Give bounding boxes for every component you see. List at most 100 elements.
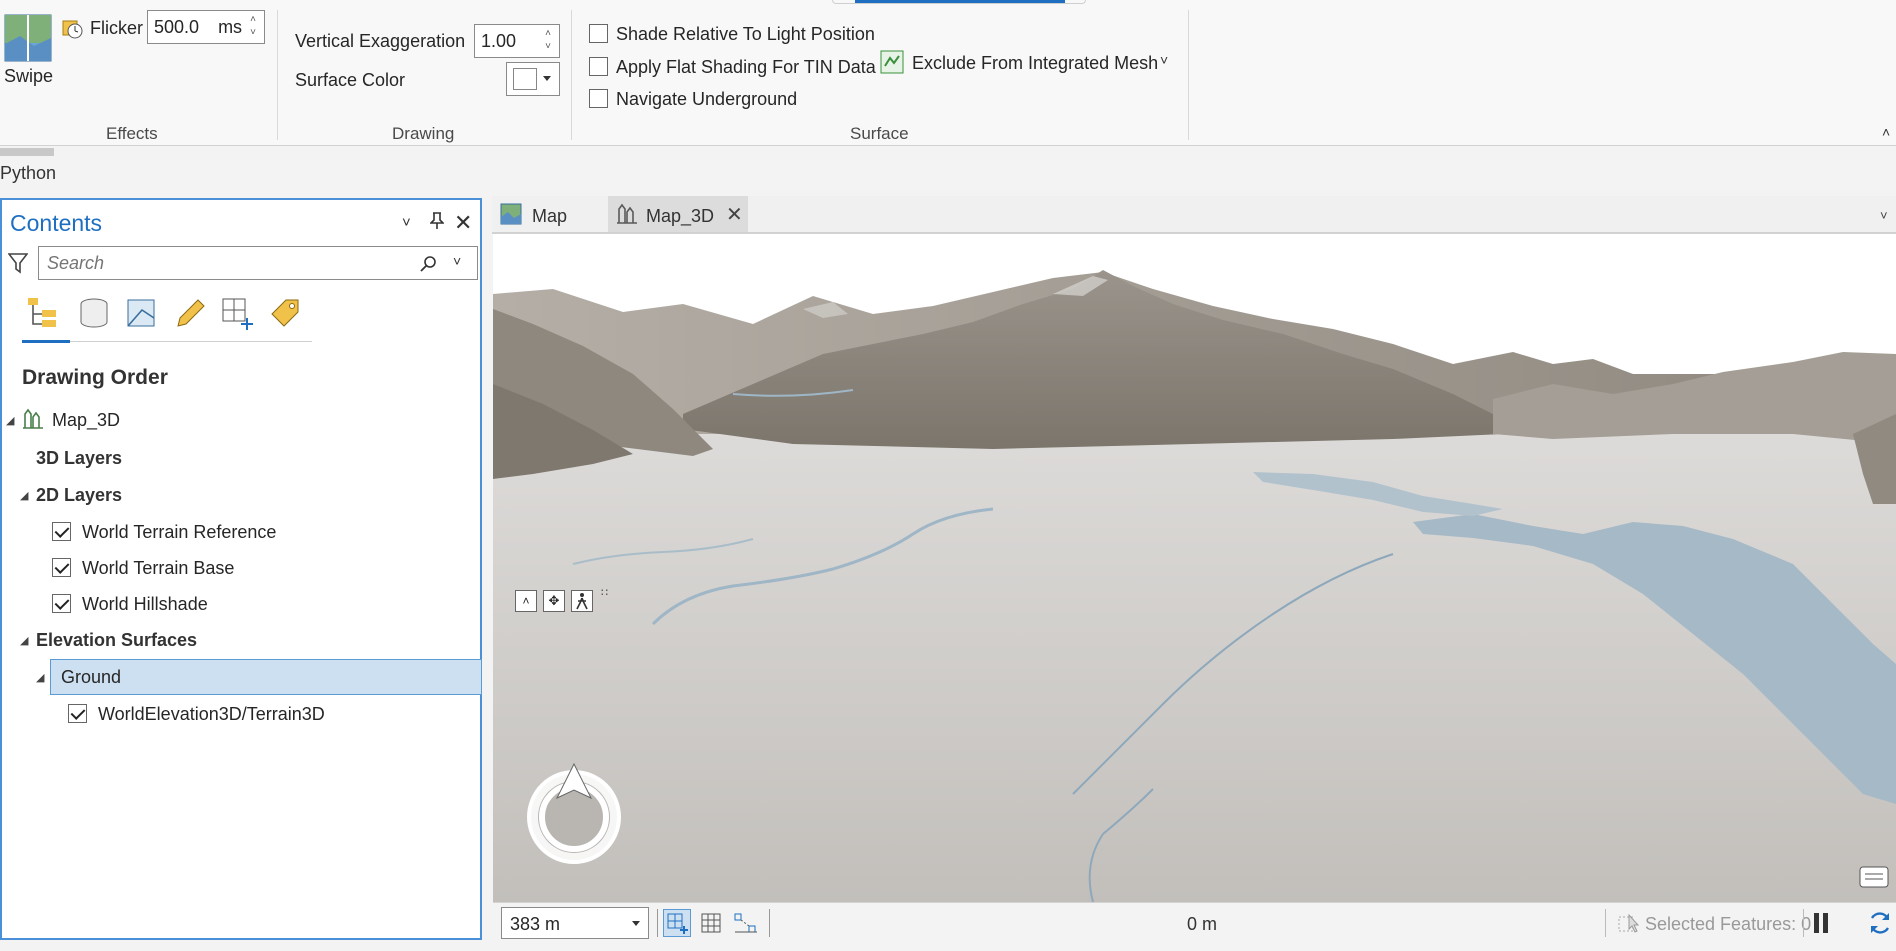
pause-drawing-button[interactable] xyxy=(1811,911,1831,935)
selected-features-count: Selected Features: 0 xyxy=(1645,914,1812,934)
status-divider xyxy=(1605,909,1606,937)
expand-elevation-surfaces-icon[interactable]: ◢ xyxy=(20,634,28,647)
map-view-3d[interactable]: ˄ ✥ ∷ xyxy=(493,234,1896,902)
vertical-exaggeration-spinner[interactable]: 1.00 ˄ ˅ xyxy=(474,24,560,58)
constraints-icon[interactable] xyxy=(733,911,759,935)
grid-icon[interactable] xyxy=(699,911,723,935)
exclude-mesh-button[interactable]: Exclude From Integrated Mesh ˅ xyxy=(880,50,1170,80)
shade-relative-checkbox[interactable] xyxy=(589,24,608,43)
close-icon[interactable]: ✕ xyxy=(454,210,472,236)
refresh-icon[interactable] xyxy=(1867,910,1893,936)
exclude-mesh-label: Exclude From Integrated Mesh xyxy=(912,53,1159,73)
tab-map-3d-label: Map_3D xyxy=(646,206,715,226)
elevation-readout: 0 m xyxy=(1187,914,1218,934)
pause-icon xyxy=(1814,913,1819,933)
terrain-scene[interactable] xyxy=(493,234,1896,902)
group-divider xyxy=(571,10,572,140)
flicker-unit: ms xyxy=(218,17,243,37)
first-person-button[interactable] xyxy=(571,590,593,612)
group-divider xyxy=(277,10,278,140)
layers-3d-node[interactable]: 3D Layers xyxy=(36,448,122,469)
map-node[interactable]: Map_3D xyxy=(52,410,120,431)
scale-value: 383 m xyxy=(510,914,561,934)
drawing-group-label: Drawing xyxy=(392,124,455,143)
tab-map[interactable]: Map xyxy=(500,196,600,232)
search-field[interactable]: ˅ xyxy=(38,246,478,280)
selected-features-icon[interactable] xyxy=(1617,911,1641,935)
tab-list-dropdown-icon[interactable]: ˅ xyxy=(1880,208,1888,223)
list-by-selection-icon[interactable] xyxy=(124,296,160,330)
layer-world-terrain-base[interactable]: World Terrain Base xyxy=(82,558,234,579)
contents-pane: Contents ˅ ✕ ˅ xyxy=(0,198,482,940)
layer-visibility-checkbox[interactable] xyxy=(52,558,71,577)
surface-color-picker[interactable] xyxy=(506,62,560,96)
ground-node[interactable]: Ground xyxy=(50,659,482,695)
list-by-editing-icon[interactable] xyxy=(172,296,208,330)
python-tab-indicator xyxy=(0,148,54,156)
nav-toggle-button[interactable]: ˄ xyxy=(515,590,537,612)
more-tools-icon[interactable]: ∷ xyxy=(601,586,608,599)
flicker-icon xyxy=(62,20,83,39)
layer-visibility-checkbox[interactable] xyxy=(52,522,71,541)
flat-shading-checkbox[interactable] xyxy=(589,57,608,76)
layer-world-hillshade[interactable]: World Hillshade xyxy=(82,594,208,615)
filter-icon[interactable] xyxy=(8,252,28,274)
active-ribbon-tab-indicator xyxy=(855,0,1065,3)
surface-group-label: Surface xyxy=(850,124,909,143)
active-view-indicator xyxy=(22,340,70,343)
snapping-icon xyxy=(667,913,688,934)
group-divider xyxy=(1188,10,1189,140)
flat-shading-label: Apply Flat Shading For TIN Data xyxy=(616,57,876,77)
expand-2d-layers-icon[interactable]: ◢ xyxy=(20,489,28,502)
chevron-down-icon xyxy=(632,921,640,926)
navigate-underground-checkbox[interactable] xyxy=(589,89,608,108)
flicker-interval-spinner[interactable]: 500.0 ms ˄ ˅ xyxy=(147,10,265,44)
spinner-arrows-icon[interactable]: ˄ ˅ xyxy=(540,27,556,55)
chevron-down-icon xyxy=(543,76,551,81)
full-extent-button[interactable]: ✥ xyxy=(543,590,565,612)
swipe-icon xyxy=(4,14,52,62)
expand-map-icon[interactable]: ◢ xyxy=(6,414,14,427)
layers-2d-node[interactable]: 2D Layers xyxy=(36,485,122,506)
surface-color-label: Surface Color xyxy=(295,70,406,90)
search-input[interactable] xyxy=(47,253,407,274)
elevation-surfaces-node[interactable]: Elevation Surfaces xyxy=(36,630,197,651)
search-icon[interactable] xyxy=(419,255,437,273)
effects-group-label: Effects xyxy=(106,124,158,143)
layer-visibility-checkbox[interactable] xyxy=(68,704,87,723)
tab-map-3d[interactable]: Map_3D ✕ xyxy=(616,196,746,232)
ground-label: Ground xyxy=(61,667,122,687)
swipe-label: Swipe xyxy=(4,66,54,86)
drawing-order-heading: Drawing Order xyxy=(22,366,168,389)
map-view-options-icon[interactable] xyxy=(1859,864,1889,890)
chevron-down-icon[interactable]: ˅ xyxy=(453,253,461,269)
map-tab-strip: Map Map_3D ✕ ˅ xyxy=(492,196,1896,234)
status-divider xyxy=(1803,909,1804,937)
ribbon: Swipe Flicker 500.0 ms ˄ ˅ Effects Vertic… xyxy=(0,0,1896,146)
navigator-compass-icon[interactable] xyxy=(519,760,629,870)
python-tab[interactable]: Python xyxy=(0,163,56,184)
collapse-ribbon-icon[interactable]: ˄ xyxy=(1882,124,1890,140)
shade-relative-label: Shade Relative To Light Position xyxy=(616,24,875,44)
list-by-snapping-icon[interactable] xyxy=(220,296,256,330)
pane-options-icon[interactable]: ˅ xyxy=(402,214,411,231)
list-by-data-source-icon[interactable] xyxy=(76,296,112,330)
list-by-labeling-icon[interactable] xyxy=(268,296,304,330)
color-swatch xyxy=(513,68,537,90)
swipe-button[interactable]: Swipe xyxy=(2,14,54,90)
expand-ground-icon[interactable]: ◢ xyxy=(36,671,44,684)
layer-visibility-checkbox[interactable] xyxy=(52,594,71,613)
close-icon[interactable]: ✕ xyxy=(726,202,743,227)
status-bar: 383 m 0 m Selected Features: 0 xyxy=(493,902,1896,942)
layer-world-terrain-reference[interactable]: World Terrain Reference xyxy=(82,522,276,543)
pin-icon[interactable] xyxy=(429,212,445,235)
scale-selector[interactable]: 383 m xyxy=(501,907,649,939)
snapping-toggle[interactable] xyxy=(663,909,691,937)
layer-worldelevation3d-terrain3d[interactable]: WorldElevation3D/Terrain3D xyxy=(98,704,325,725)
contents-title: Contents xyxy=(10,210,103,236)
list-by-drawing-order-icon[interactable] xyxy=(26,296,62,330)
spinner-arrows-icon[interactable]: ˄ ˅ xyxy=(245,13,261,41)
walk-icon xyxy=(576,593,588,610)
pause-icon-bar xyxy=(1823,913,1828,933)
vertical-exaggeration-label: Vertical Exaggeration xyxy=(295,31,466,51)
